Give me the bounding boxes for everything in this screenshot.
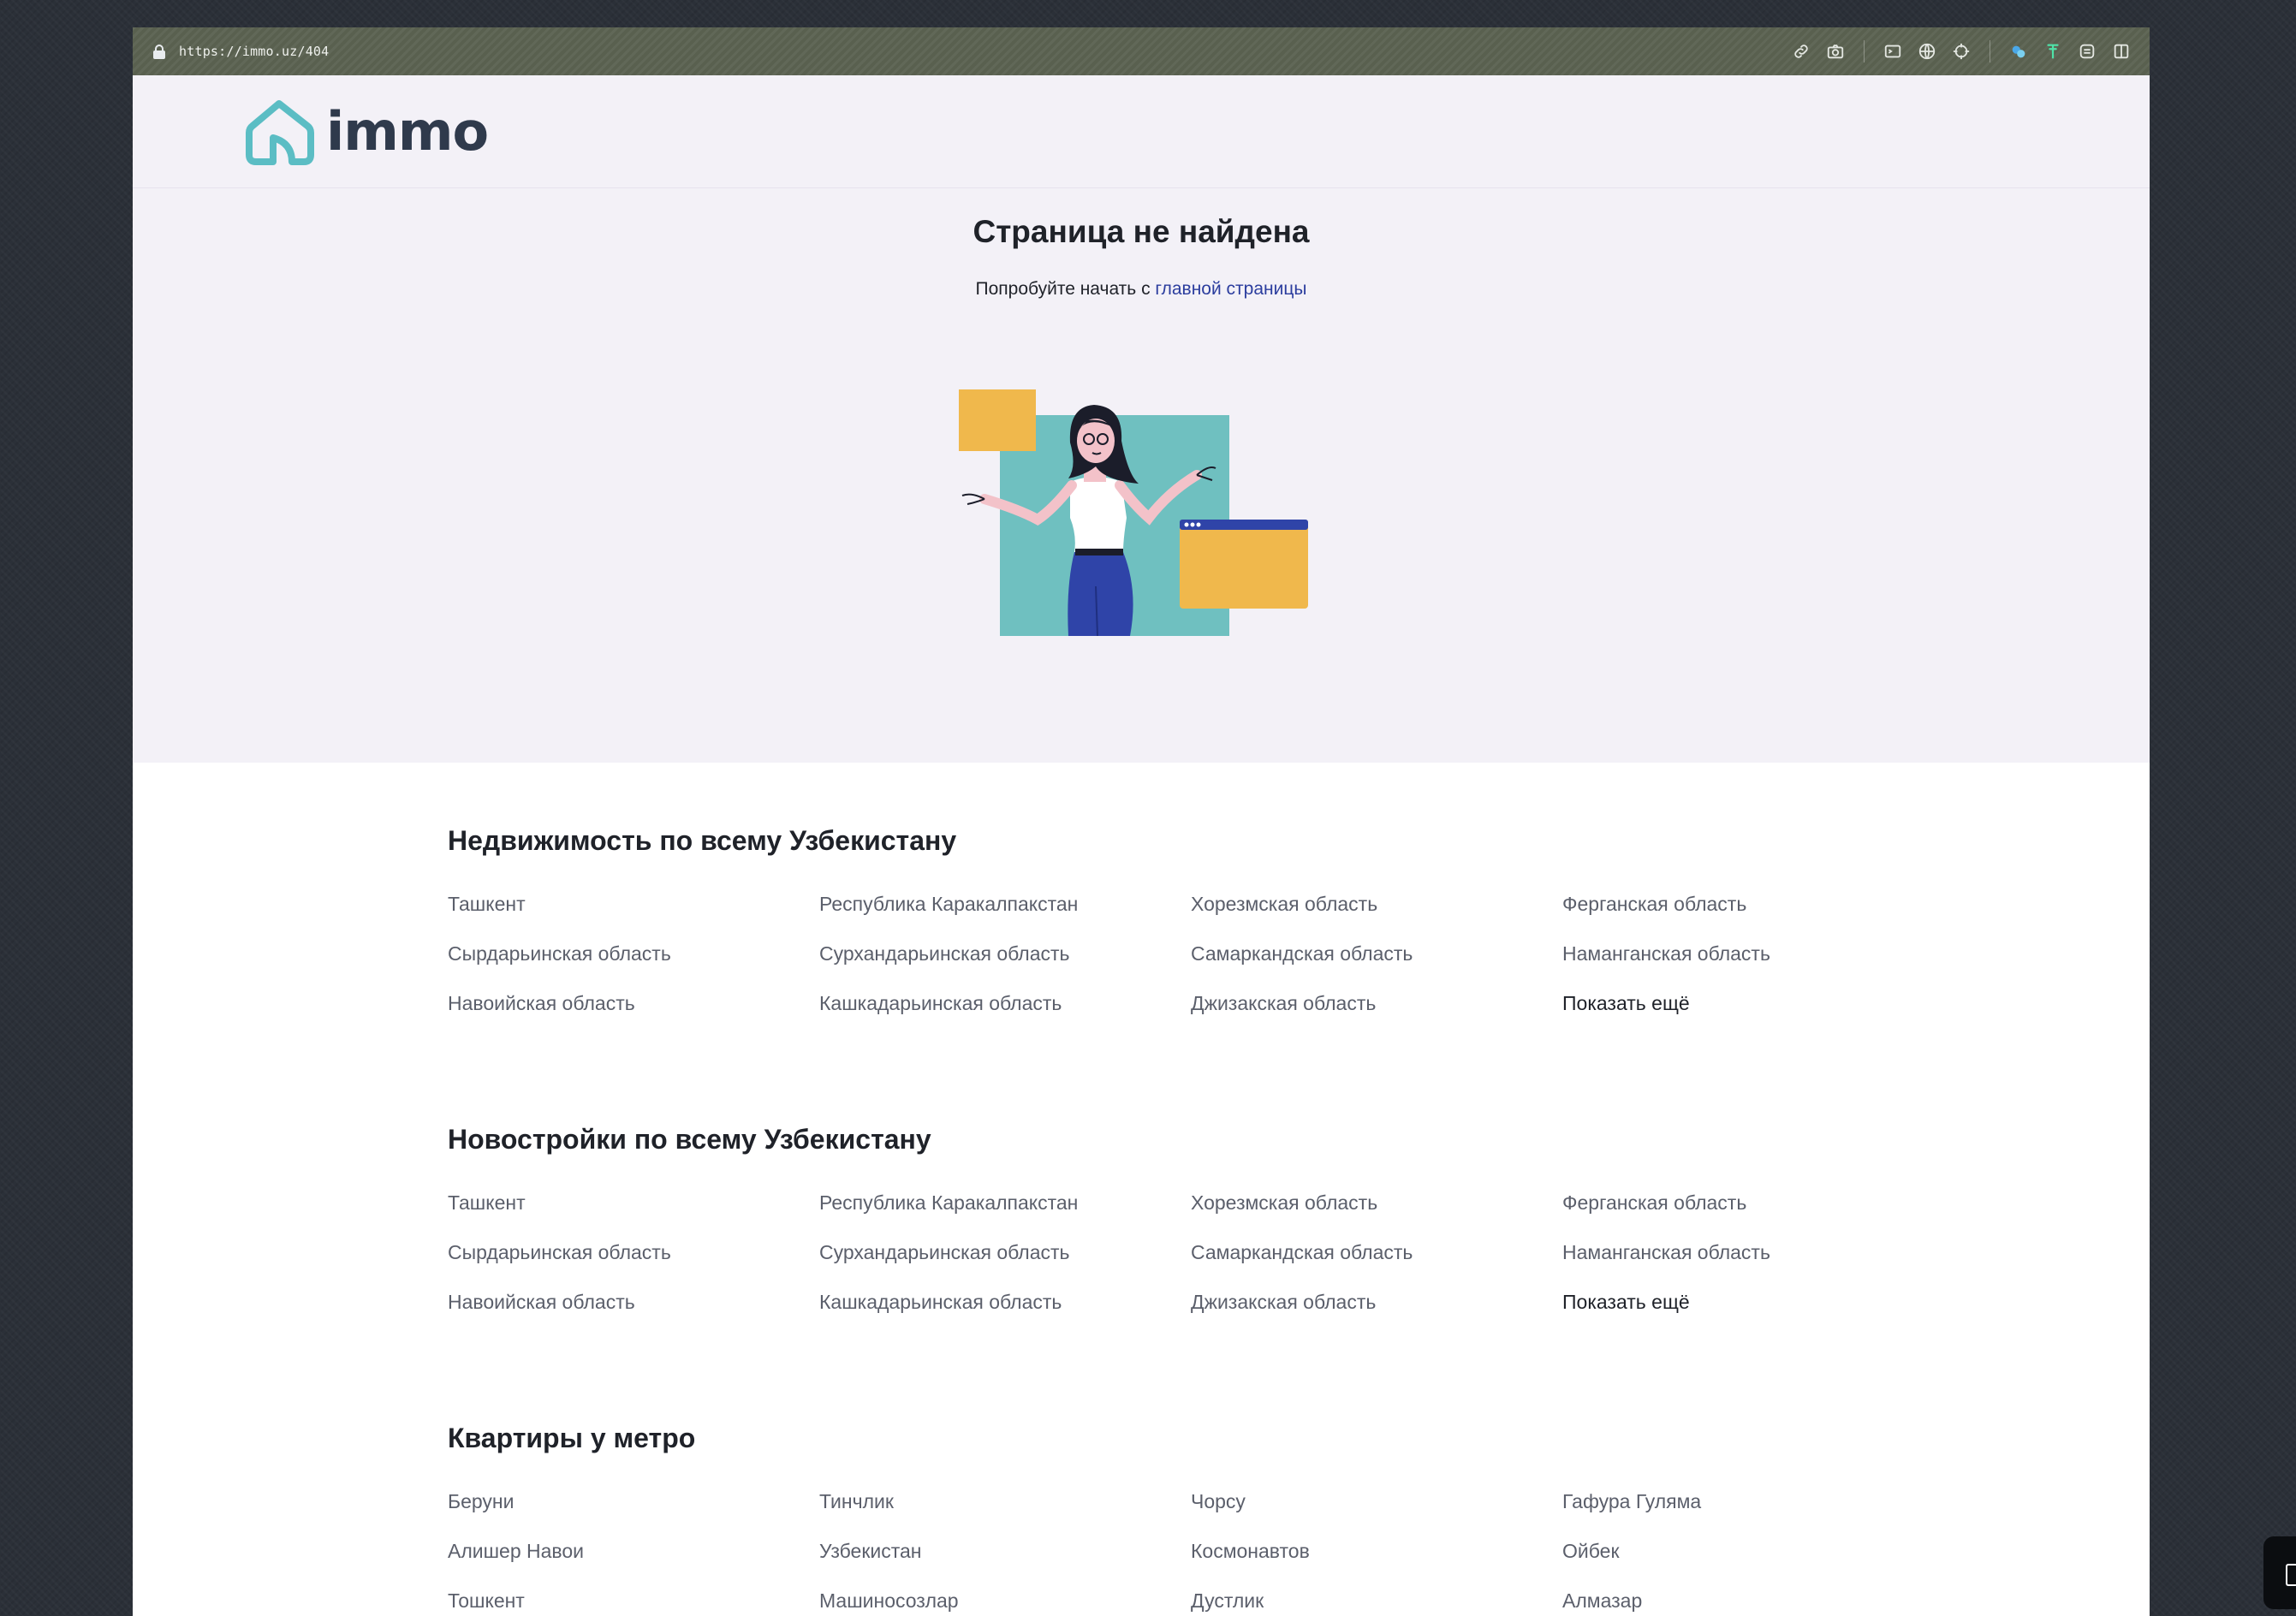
toolbar-divider	[1864, 40, 1865, 62]
metro-link[interactable]: Гафура Гуляма	[1562, 1476, 1934, 1526]
camera-icon[interactable]	[1824, 40, 1847, 62]
metro-links: Беруни Тинчлик Чорсу Гафура Гуляма Алише…	[448, 1476, 1954, 1616]
page-title: Страница не найдена	[973, 214, 1310, 249]
region-link[interactable]: Хорезмская область	[1191, 879, 1562, 929]
site-logo[interactable]: immo	[244, 98, 489, 165]
hero-subtitle-text: Попробуйте начать с	[975, 279, 1156, 299]
metro-link[interactable]: Чорсу	[1191, 1476, 1562, 1526]
address-bar-url[interactable]: https://immo.uz/404	[179, 44, 329, 59]
metro-link[interactable]: Космонавтов	[1191, 1526, 1562, 1576]
region-link[interactable]: Республика Каракалпакстан	[819, 1178, 1191, 1227]
browser-window: https://immo.uz/404 immo Страница не най…	[133, 27, 2150, 1616]
region-link[interactable]: Наманганская область	[1562, 1227, 1934, 1277]
region-link[interactable]: Ферганская область	[1562, 1178, 1934, 1227]
metro-link[interactable]: Беруни	[448, 1476, 819, 1526]
site-header: immo	[133, 75, 2150, 188]
region-link[interactable]: Республика Каракалпакстан	[819, 879, 1191, 929]
logo-wordmark: immo	[326, 99, 489, 163]
crosshair-icon[interactable]	[1950, 40, 1972, 62]
lock-icon	[153, 44, 165, 59]
region-link[interactable]: Кашкадарьинская область	[819, 978, 1191, 1028]
region-link[interactable]: Сурхандарьинская область	[819, 929, 1191, 978]
metro-link[interactable]: Тошкент	[448, 1576, 819, 1616]
panel-icon	[2286, 1564, 2296, 1586]
region-link[interactable]: Самаркандская область	[1191, 929, 1562, 978]
show-more-link[interactable]: Показать ещё	[1562, 978, 1934, 1028]
metro-link[interactable]: Машиносозлар	[819, 1576, 1191, 1616]
metro-link[interactable]: Алмазар	[1562, 1576, 1934, 1616]
home-page-link[interactable]: главной страницы	[1155, 279, 1306, 299]
metro-link[interactable]: Алишер Навои	[448, 1526, 819, 1576]
show-more-link[interactable]: Показать ещё	[1562, 1277, 1934, 1327]
region-link[interactable]: Ферганская область	[1562, 879, 1934, 929]
section-title: Недвижимость по всему Узбекистану	[448, 825, 957, 856]
section-title: Новостройки по всему Узбекистану	[448, 1124, 931, 1155]
terminal-icon[interactable]	[1882, 40, 1904, 62]
metro-link[interactable]: Тинчлик	[819, 1476, 1191, 1526]
pin-icon[interactable]	[2042, 40, 2064, 62]
region-link[interactable]: Сырдарьинская область	[448, 1227, 819, 1277]
new-buildings-section: Новостройки по всему Узбекистану Ташкент…	[448, 1124, 1954, 1327]
not-found-hero: Страница не найдена Попробуйте начать с …	[133, 188, 2150, 763]
toolbar-actions	[1790, 40, 2132, 62]
link-icon[interactable]	[1790, 40, 1812, 62]
side-widget-button[interactable]	[2263, 1536, 2296, 1609]
split-view-icon[interactable]	[2110, 40, 2132, 62]
region-link[interactable]: Джизакская область	[1191, 1277, 1562, 1327]
region-link[interactable]: Наманганская область	[1562, 929, 1934, 978]
browser-toolbar: https://immo.uz/404	[133, 27, 2150, 75]
region-link[interactable]: Навоийская область	[448, 978, 819, 1028]
region-link[interactable]: Ташкент	[448, 879, 819, 929]
region-link[interactable]: Джизакская область	[1191, 978, 1562, 1028]
region-link[interactable]: Сурхандарьинская область	[819, 1227, 1191, 1277]
region-link[interactable]: Кашкадарьинская область	[819, 1277, 1191, 1327]
section-title: Квартиры у метро	[448, 1423, 696, 1453]
editor-icon[interactable]	[2076, 40, 2098, 62]
confused-woman-illustration	[959, 389, 1308, 637]
globe-icon[interactable]	[1916, 40, 1938, 62]
metro-apartments-section: Квартиры у метро Беруни Тинчлик Чорсу Га…	[448, 1423, 1954, 1616]
metro-link[interactable]: Дустлик	[1191, 1576, 1562, 1616]
extension-icon[interactable]	[2008, 40, 2030, 62]
region-link[interactable]: Навоийская область	[448, 1277, 819, 1327]
region-links: Ташкент Республика Каракалпакстан Хорезм…	[448, 879, 1954, 1028]
metro-link[interactable]: Узбекистан	[819, 1526, 1191, 1576]
hero-subtitle: Попробуйте начать с главной страницы	[133, 279, 2150, 300]
region-link[interactable]: Самаркандская область	[1191, 1227, 1562, 1277]
region-link[interactable]: Ташкент	[448, 1178, 819, 1227]
metro-link[interactable]: Ойбек	[1562, 1526, 1934, 1576]
region-link[interactable]: Хорезмская область	[1191, 1178, 1562, 1227]
house-logo-icon	[246, 99, 314, 165]
region-links: Ташкент Республика Каракалпакстан Хорезм…	[448, 1178, 1954, 1327]
realty-regions-section: Недвижимость по всему Узбекистану Ташкен…	[448, 825, 1954, 1028]
region-link[interactable]: Сырдарьинская область	[448, 929, 819, 978]
